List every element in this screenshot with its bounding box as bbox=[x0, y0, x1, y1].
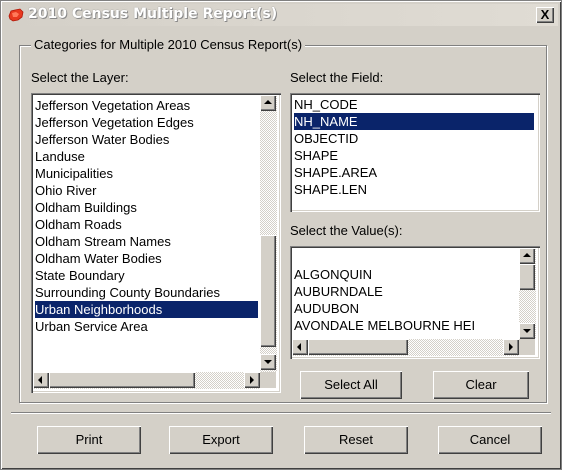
layer-list-item[interactable]: Jefferson Vegetation Edges bbox=[35, 114, 258, 131]
layer-list-item[interactable]: Ohio River bbox=[35, 182, 258, 199]
layer-scroll-thumb[interactable] bbox=[260, 235, 276, 347]
value-scroll-down-button[interactable] bbox=[519, 323, 535, 339]
layer-hscroll-thumb[interactable] bbox=[49, 372, 195, 388]
layer-list-item[interactable]: Surrounding County Boundaries bbox=[35, 284, 258, 301]
value-label: Select the Value(s): bbox=[290, 223, 403, 238]
title-bar[interactable]: 2010 Census Multiple Report(s) X bbox=[4, 4, 558, 26]
value-list-item[interactable] bbox=[294, 249, 517, 266]
arrow-right-icon bbox=[250, 376, 254, 384]
clear-button[interactable]: Clear bbox=[433, 371, 529, 399]
layer-list-item[interactable]: State Boundary bbox=[35, 267, 258, 284]
arrow-down-icon bbox=[523, 329, 531, 333]
layer-list-item[interactable]: Oldham Buildings bbox=[35, 199, 258, 216]
layer-list-item[interactable]: Oldham Stream Names bbox=[35, 233, 258, 250]
layer-list-item[interactable]: Oldham Water Bodies bbox=[35, 250, 258, 267]
value-list-item[interactable]: AVONDALE MELBOURNE HEI bbox=[294, 317, 517, 334]
field-list-item[interactable]: OBJECTID bbox=[294, 130, 534, 147]
group-title: Categories for Multiple 2010 Census Repo… bbox=[31, 37, 306, 52]
value-scroll-thumb[interactable] bbox=[519, 264, 535, 290]
value-scroll-right-button[interactable] bbox=[503, 339, 519, 355]
field-list-item[interactable]: NH_NAME bbox=[294, 113, 534, 130]
scroll-corner bbox=[519, 339, 535, 355]
arrow-up-icon bbox=[264, 100, 272, 104]
cancel-button[interactable]: Cancel bbox=[438, 426, 542, 454]
value-scroll-up-button[interactable] bbox=[519, 248, 535, 264]
layer-list-item[interactable]: Urban Neighborhoods bbox=[35, 301, 258, 318]
window-title: 2010 Census Multiple Report(s) bbox=[28, 6, 278, 22]
layer-vscrollbar[interactable] bbox=[260, 95, 277, 372]
select-all-button[interactable]: Select All bbox=[300, 371, 402, 399]
layer-label: Select the Layer: bbox=[31, 70, 129, 85]
field-label: Select the Field: bbox=[290, 70, 384, 85]
arrow-left-icon bbox=[38, 376, 42, 384]
layer-list-item[interactable]: Jefferson Vegetation Areas bbox=[35, 97, 258, 114]
field-list-item[interactable]: SHAPE.LEN bbox=[294, 181, 534, 198]
value-scroll-left-button[interactable] bbox=[292, 339, 308, 355]
value-vscrollbar[interactable] bbox=[519, 248, 536, 339]
scroll-corner bbox=[260, 372, 276, 388]
layer-hscrollbar[interactable] bbox=[33, 372, 260, 389]
layer-listbox[interactable]: Jefferson Vegetation Areas Jefferson Vege… bbox=[31, 93, 281, 393]
arrow-left-icon bbox=[297, 343, 301, 351]
close-button[interactable]: X bbox=[536, 7, 554, 23]
value-listbox[interactable]: ALGONQUIN AUBURNDALE AUDUBON AVONDALE MELBO… bbox=[290, 246, 540, 359]
value-list-item[interactable]: AUBURNDALE bbox=[294, 283, 517, 300]
layer-list-item[interactable]: Municipalities bbox=[35, 165, 258, 182]
layer-list-item[interactable]: Oldham Roads bbox=[35, 216, 258, 233]
arrow-right-icon bbox=[509, 343, 513, 351]
value-hscroll-thumb[interactable] bbox=[308, 339, 408, 355]
arrow-up-icon bbox=[523, 253, 531, 257]
layer-scroll-down-button[interactable] bbox=[260, 354, 276, 370]
print-button[interactable]: Print bbox=[37, 426, 141, 454]
reset-button[interactable]: Reset bbox=[304, 426, 408, 454]
census-report-dialog: 2010 Census Multiple Report(s) X Categor… bbox=[0, 0, 562, 470]
arrow-down-icon bbox=[264, 360, 272, 364]
field-listbox[interactable]: NH_CODE NH_NAME OBJECTID SHAPE SHAPE.AREA SHA… bbox=[290, 93, 540, 212]
layer-list-item[interactable]: Jefferson Water Bodies bbox=[35, 131, 258, 148]
export-button[interactable]: Export bbox=[169, 426, 273, 454]
field-list-item[interactable]: SHAPE bbox=[294, 147, 534, 164]
field-list-item[interactable]: SHAPE.AREA bbox=[294, 164, 534, 181]
census-app-icon bbox=[8, 8, 24, 22]
layer-scroll-left-button[interactable] bbox=[33, 372, 49, 388]
value-list-item[interactable]: AUDUBON bbox=[294, 300, 517, 317]
layer-scroll-up-button[interactable] bbox=[260, 95, 276, 111]
layer-list-item[interactable]: Urban Service Area bbox=[35, 318, 258, 335]
value-list-item[interactable]: ALGONQUIN bbox=[294, 266, 517, 283]
value-hscrollbar[interactable] bbox=[292, 339, 519, 356]
layer-scroll-right-button[interactable] bbox=[244, 372, 260, 388]
field-list-item[interactable]: NH_CODE bbox=[294, 96, 534, 113]
separator bbox=[11, 412, 551, 414]
layer-list-item[interactable]: Landuse bbox=[35, 148, 258, 165]
